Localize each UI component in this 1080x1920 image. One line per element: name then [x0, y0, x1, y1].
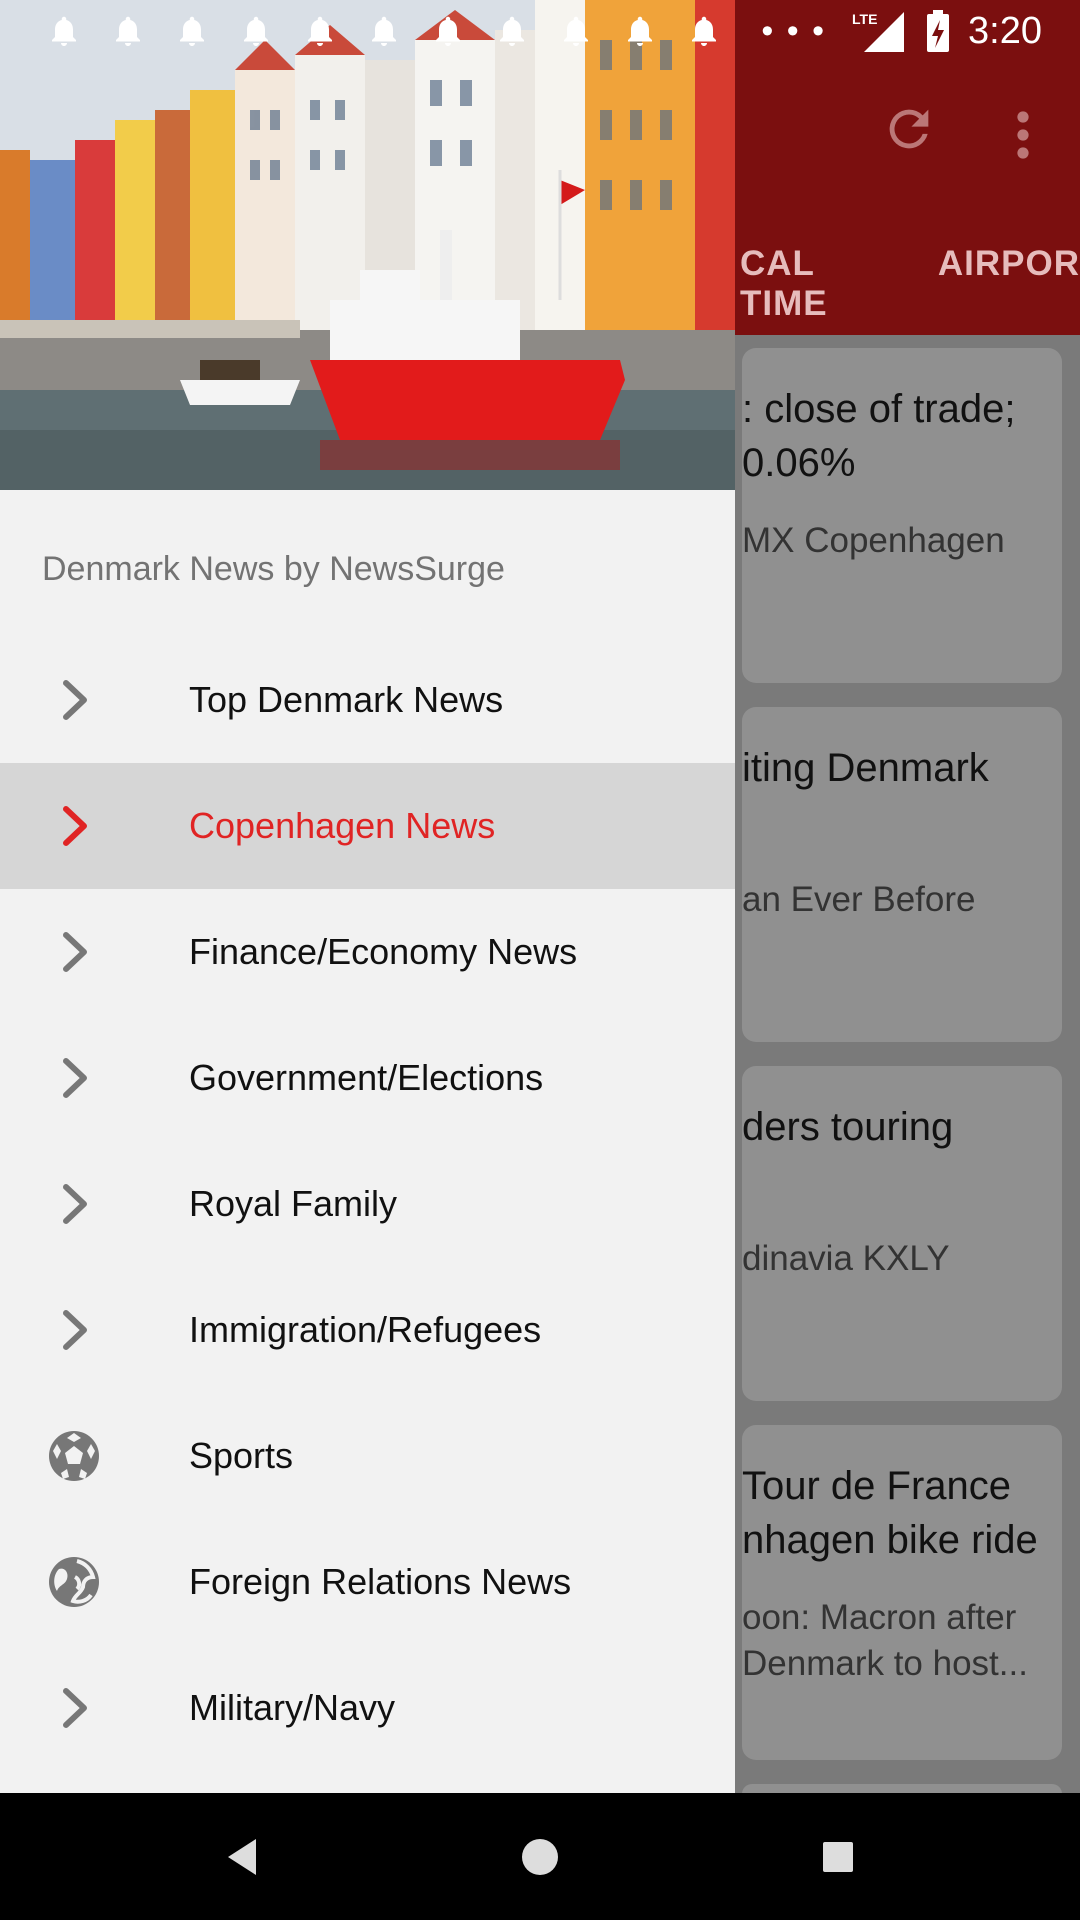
lte-signal-icon: LTE [852, 11, 905, 52]
menu-item-finance-economy-news[interactable]: Finance/Economy News [0, 889, 735, 1015]
globe-icon [45, 1553, 103, 1611]
news-card-source: MX Copenhagen [742, 521, 1005, 560]
svg-text:LTE: LTE [852, 11, 877, 27]
menu-item-label: Copenhagen News [189, 805, 496, 846]
notification-bell-icon [500, 16, 524, 46]
menu-item-foreign-relations-news[interactable]: Foreign Relations News [0, 1519, 735, 1645]
notification-bell-icon [628, 16, 652, 46]
news-card-source: oon: Macron after Denmark to host... [742, 1598, 1028, 1683]
news-card-title: iting Denmark [742, 746, 989, 790]
tab-local-time[interactable]: CAL TIME [740, 244, 874, 324]
menu-item-top-denmark-news[interactable]: Top Denmark News [0, 637, 735, 763]
news-card-title: ders touring [742, 1105, 954, 1149]
menu-item-label: Immigration/Refugees [189, 1309, 542, 1350]
news-card[interactable]: ders touring dinavia KXLY [742, 1066, 1062, 1401]
drawer-header-image [0, 0, 735, 490]
news-card[interactable]: Tour de France nhagen bike ride oon: Mac… [742, 1425, 1062, 1760]
menu-item-sports[interactable]: Sports [0, 1393, 735, 1519]
menu-item-label: Top Denmark News [189, 679, 504, 720]
news-card-title: : close of trade; 0.06% [742, 387, 1016, 485]
notification-bell-icon [180, 16, 204, 46]
notification-bell-icon [308, 16, 332, 46]
navigation-drawer: Denmark News by NewsSurge Top Denmark Ne… [0, 0, 735, 1793]
menu-item-label: Foreign Relations News [189, 1561, 572, 1602]
chevron-right-icon [45, 923, 103, 981]
notification-bell-icon [692, 16, 716, 46]
menu-item-immigration-refugees[interactable]: Immigration/Refugees [0, 1267, 735, 1393]
menu-item-royal-family[interactable]: Royal Family [0, 1141, 735, 1267]
nyhavn-photo [0, 0, 735, 490]
chevron-right-icon [45, 1301, 103, 1359]
more-vert-icon[interactable] [1006, 108, 1040, 162]
chevron-right-icon [45, 671, 103, 729]
news-card[interactable]: iting Denmark an Ever Before [742, 707, 1062, 1042]
menu-item-government-elections[interactable]: Government/Elections [0, 1015, 735, 1141]
soccer-ball-icon [45, 1427, 103, 1485]
chevron-right-icon [45, 1679, 103, 1737]
news-card-source: dinavia KXLY [742, 1239, 950, 1278]
system-nav-bar [0, 1793, 1080, 1920]
menu-item-label: Finance/Economy News [189, 931, 578, 972]
menu-item-label: Government/Elections [189, 1057, 544, 1098]
menu-item-label: Military/Navy [189, 1687, 396, 1728]
chevron-right-icon [45, 1175, 103, 1233]
chevron-right-icon [45, 797, 103, 855]
back-icon [228, 1839, 256, 1875]
recents-button[interactable] [808, 1827, 868, 1887]
notification-icons [46, 12, 722, 50]
notification-bell-icon [244, 16, 268, 46]
battery-charging-icon [927, 9, 950, 52]
more-notifications-icon: • • • [761, 12, 827, 50]
status-bar: • • • LTE 3:20 [0, 0, 1080, 63]
chevron-right-icon [45, 1049, 103, 1107]
notification-bell-icon [564, 16, 588, 46]
news-card-source: an Ever Before [742, 880, 976, 919]
notification-bell-icon [372, 16, 396, 46]
home-button[interactable] [510, 1827, 570, 1887]
news-card[interactable]: : close of trade; 0.06% MX Copenhagen [742, 348, 1062, 683]
notification-bell-icon [116, 16, 140, 46]
menu-item-label: Royal Family [189, 1183, 398, 1224]
home-icon [522, 1839, 558, 1875]
notification-bell-icon [52, 16, 76, 46]
back-button[interactable] [212, 1827, 272, 1887]
tab-airport[interactable]: AIRPOR [938, 244, 1080, 324]
drawer-menu: Top Denmark News Copenhagen News Finance… [0, 637, 735, 1771]
news-card-title: Tour de France nhagen bike ride [742, 1464, 1038, 1562]
status-time: 3:20 [968, 10, 1042, 52]
drawer-app-title: Denmark News by NewsSurge [42, 550, 505, 588]
refresh-icon[interactable] [880, 100, 938, 158]
menu-item-label: Sports [189, 1435, 294, 1476]
menu-item-copenhagen-news[interactable]: Copenhagen News [0, 763, 735, 889]
menu-item-military-navy[interactable]: Military/Navy [0, 1645, 735, 1771]
notification-bell-icon [436, 16, 460, 46]
recents-icon [823, 1842, 853, 1872]
